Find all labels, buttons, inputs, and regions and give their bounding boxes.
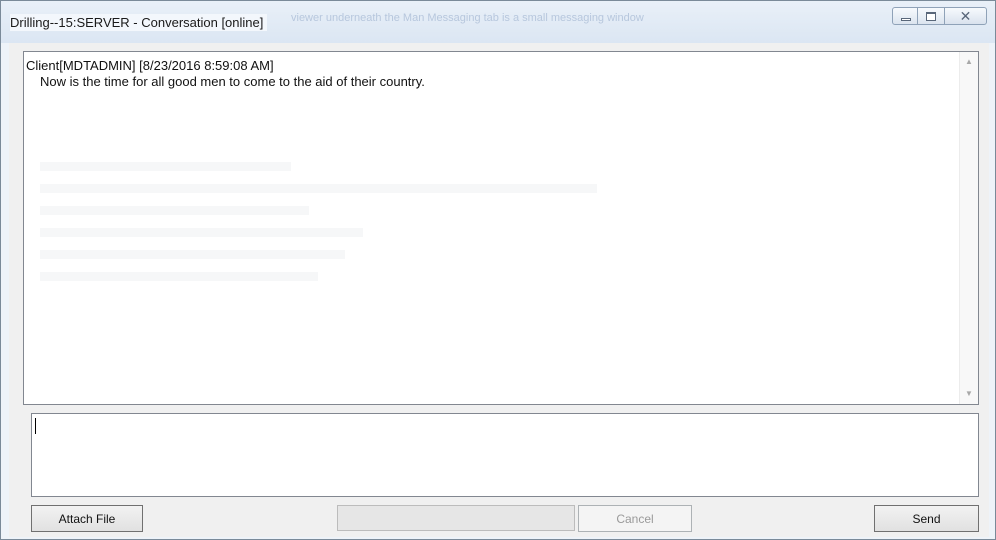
minimize-button[interactable] [892,7,918,25]
caption-buttons: ✕ [892,7,987,25]
faded-line [40,272,319,281]
conversation-window: viewer underneath the Man Messaging tab … [0,0,996,540]
minimize-icon [901,18,911,21]
action-bar: Attach File Cancel Send [23,497,979,537]
close-icon: ✕ [959,8,972,24]
window-title: Drilling--15:SERVER - Conversation [onli… [10,14,268,31]
message-body: Now is the time for all good men to come… [40,74,425,89]
message-input[interactable] [31,413,979,497]
faded-line [40,228,364,237]
message-header: Client[MDTADMIN] [8/23/2016 8:59:08 AM] [26,58,274,73]
history-scrollbar[interactable]: ▲ ▼ [959,52,978,404]
faded-line [40,184,597,193]
faded-line [40,250,346,259]
text-caret [35,418,36,434]
scroll-up-arrow-icon[interactable]: ▲ [960,54,978,70]
background-window-text: viewer underneath the Man Messaging tab … [291,12,644,24]
faded-background-lines [40,162,938,294]
close-button[interactable]: ✕ [944,7,987,25]
faded-line [40,206,310,215]
cancel-button[interactable]: Cancel [578,505,692,532]
send-button[interactable]: Send [874,505,979,532]
scroll-down-arrow-icon[interactable]: ▼ [960,386,978,402]
attach-file-button[interactable]: Attach File [31,505,143,532]
title-bar[interactable]: viewer underneath the Man Messaging tab … [1,1,995,43]
transfer-progress-bar [337,505,575,531]
faded-line [40,162,292,171]
message-list: Client[MDTADMIN] [8/23/2016 8:59:08 AM] … [26,58,956,90]
maximize-button[interactable] [918,7,944,25]
maximize-icon [926,12,936,21]
conversation-history[interactable]: Client[MDTADMIN] [8/23/2016 8:59:08 AM] … [23,51,979,405]
message-item: Client[MDTADMIN] [8/23/2016 8:59:08 AM] … [26,58,956,90]
